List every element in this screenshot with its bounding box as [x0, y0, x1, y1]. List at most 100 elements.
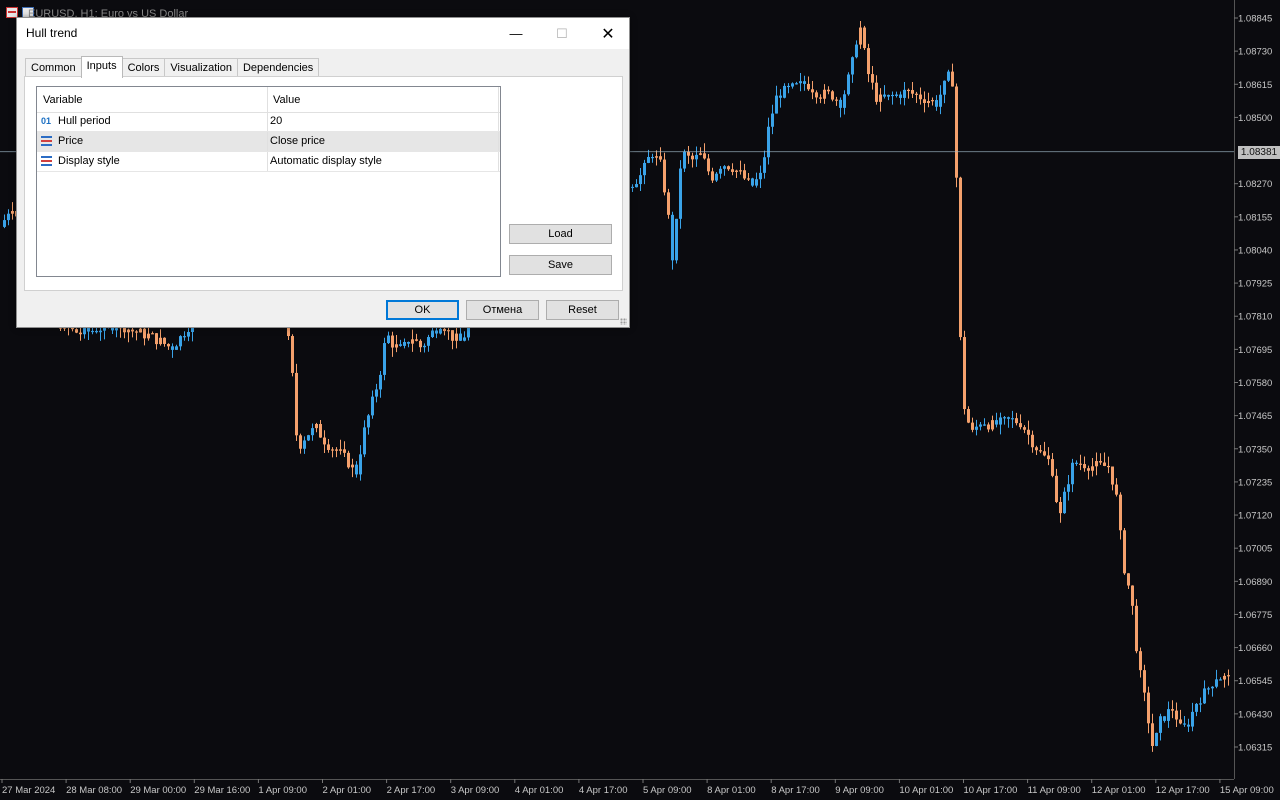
time-tick-label: 8 Apr 17:00	[771, 785, 820, 796]
row-value[interactable]: Close price	[270, 135, 325, 147]
tab-visualization[interactable]: Visualization	[164, 58, 238, 77]
candle-body	[319, 423, 322, 438]
candle-body	[863, 27, 866, 49]
candle-body	[307, 435, 310, 441]
price-tick-label: 1.07235	[1238, 477, 1272, 488]
column-divider	[267, 112, 268, 131]
price-tick-label: 1.07695	[1238, 345, 1272, 356]
candle-body	[1175, 710, 1178, 720]
tab-dependencies[interactable]: Dependencies	[236, 58, 320, 77]
column-header-value[interactable]: Value	[273, 94, 300, 106]
candle-body	[859, 27, 862, 45]
candle-body	[447, 330, 450, 332]
candle-body	[3, 220, 6, 227]
candle-body	[159, 337, 162, 345]
save-button[interactable]: Save	[509, 255, 612, 275]
candle-body	[931, 100, 934, 102]
candle-body	[839, 99, 842, 108]
price-tick-label: 1.06315	[1238, 743, 1272, 754]
candle-body	[367, 415, 370, 428]
time-tick-label: 1 Apr 09:00	[258, 785, 307, 796]
row-value[interactable]: Automatic display style	[270, 155, 382, 167]
candle-body	[935, 100, 938, 107]
candle-body	[767, 126, 770, 158]
reset-button[interactable]: Reset	[546, 300, 619, 320]
candle-body	[359, 454, 362, 475]
candle-body	[171, 346, 174, 350]
close-icon[interactable]: ✕	[585, 18, 631, 49]
candle-body	[327, 444, 330, 450]
candle-body	[719, 168, 722, 174]
candle-body	[895, 94, 898, 96]
candle-body	[1211, 686, 1214, 689]
candle-body	[999, 417, 1002, 425]
candle-body	[127, 329, 130, 333]
resize-grip-icon[interactable]	[620, 318, 627, 325]
row-value[interactable]: 20	[270, 115, 282, 127]
candle-body	[1143, 670, 1146, 693]
maximize-icon[interactable]: ☐	[539, 18, 585, 49]
tab-inputs[interactable]: Inputs	[80, 56, 123, 78]
candle-body	[139, 328, 142, 333]
price-tick-label: 1.08270	[1238, 179, 1272, 190]
candle-body	[1039, 450, 1042, 452]
time-tick-label: 12 Apr 17:00	[1156, 785, 1210, 796]
dialog-titlebar[interactable]: Hull trend — ☐ ✕	[17, 18, 629, 49]
candle-body	[1219, 679, 1222, 681]
candle-body	[971, 422, 974, 430]
tab-colors[interactable]: Colors	[121, 58, 166, 77]
candle-body	[939, 94, 942, 107]
candle-body	[911, 90, 914, 94]
candle-body	[1059, 501, 1062, 514]
candle-body	[1011, 418, 1014, 420]
candle-body	[711, 171, 714, 181]
time-tick-label: 5 Apr 09:00	[643, 785, 692, 796]
price-tick-label: 1.08040	[1238, 245, 1272, 256]
candle-body	[399, 344, 402, 346]
candle-body	[1195, 703, 1198, 712]
price-tick-label: 1.07465	[1238, 411, 1272, 422]
candle-body	[1187, 724, 1190, 727]
column-divider	[498, 87, 499, 112]
minimize-icon[interactable]: —	[493, 18, 539, 49]
candle-body	[1119, 494, 1122, 531]
candle-body	[315, 423, 318, 429]
column-header-variable[interactable]: Variable	[43, 94, 83, 106]
tab-common[interactable]: Common	[25, 58, 82, 77]
table-row[interactable]: Price Close price	[37, 132, 500, 152]
candle-body	[1179, 719, 1182, 724]
table-row[interactable]: Display style Automatic display style	[37, 152, 500, 172]
candle-body	[1067, 484, 1070, 492]
time-tick-label: 12 Apr 01:00	[1092, 785, 1146, 796]
candle-body	[1043, 451, 1046, 456]
candle-body	[375, 389, 378, 397]
candle-body	[351, 464, 354, 468]
price-tick-label: 1.08155	[1238, 212, 1272, 223]
candle-body	[1131, 585, 1134, 606]
candle-body	[883, 94, 886, 97]
time-tick-label: 2 Apr 01:00	[323, 785, 372, 796]
candle-body	[1071, 462, 1074, 485]
candle-body	[1031, 434, 1034, 448]
candle-body	[379, 374, 382, 390]
load-button[interactable]: Load	[509, 224, 612, 244]
candle-body	[1203, 688, 1206, 704]
candle-body	[1207, 688, 1210, 690]
row-variable: Hull period	[58, 115, 111, 127]
table-row[interactable]: 01 Hull period 20	[37, 112, 500, 132]
candle-body	[835, 99, 838, 101]
candle-body	[987, 424, 990, 430]
candle-body	[631, 186, 634, 189]
cancel-button[interactable]: Отмена	[466, 300, 539, 320]
candle-body	[299, 435, 302, 449]
candle-body	[1151, 723, 1154, 746]
candle-body	[95, 330, 98, 333]
candle-body	[1155, 732, 1158, 746]
candle-body	[963, 337, 966, 410]
candle-body	[75, 329, 78, 333]
candle-body	[811, 89, 814, 93]
ok-button[interactable]: OK	[386, 300, 459, 320]
candle-body	[915, 93, 918, 95]
candle-body	[99, 330, 102, 333]
candle-body	[979, 424, 982, 427]
